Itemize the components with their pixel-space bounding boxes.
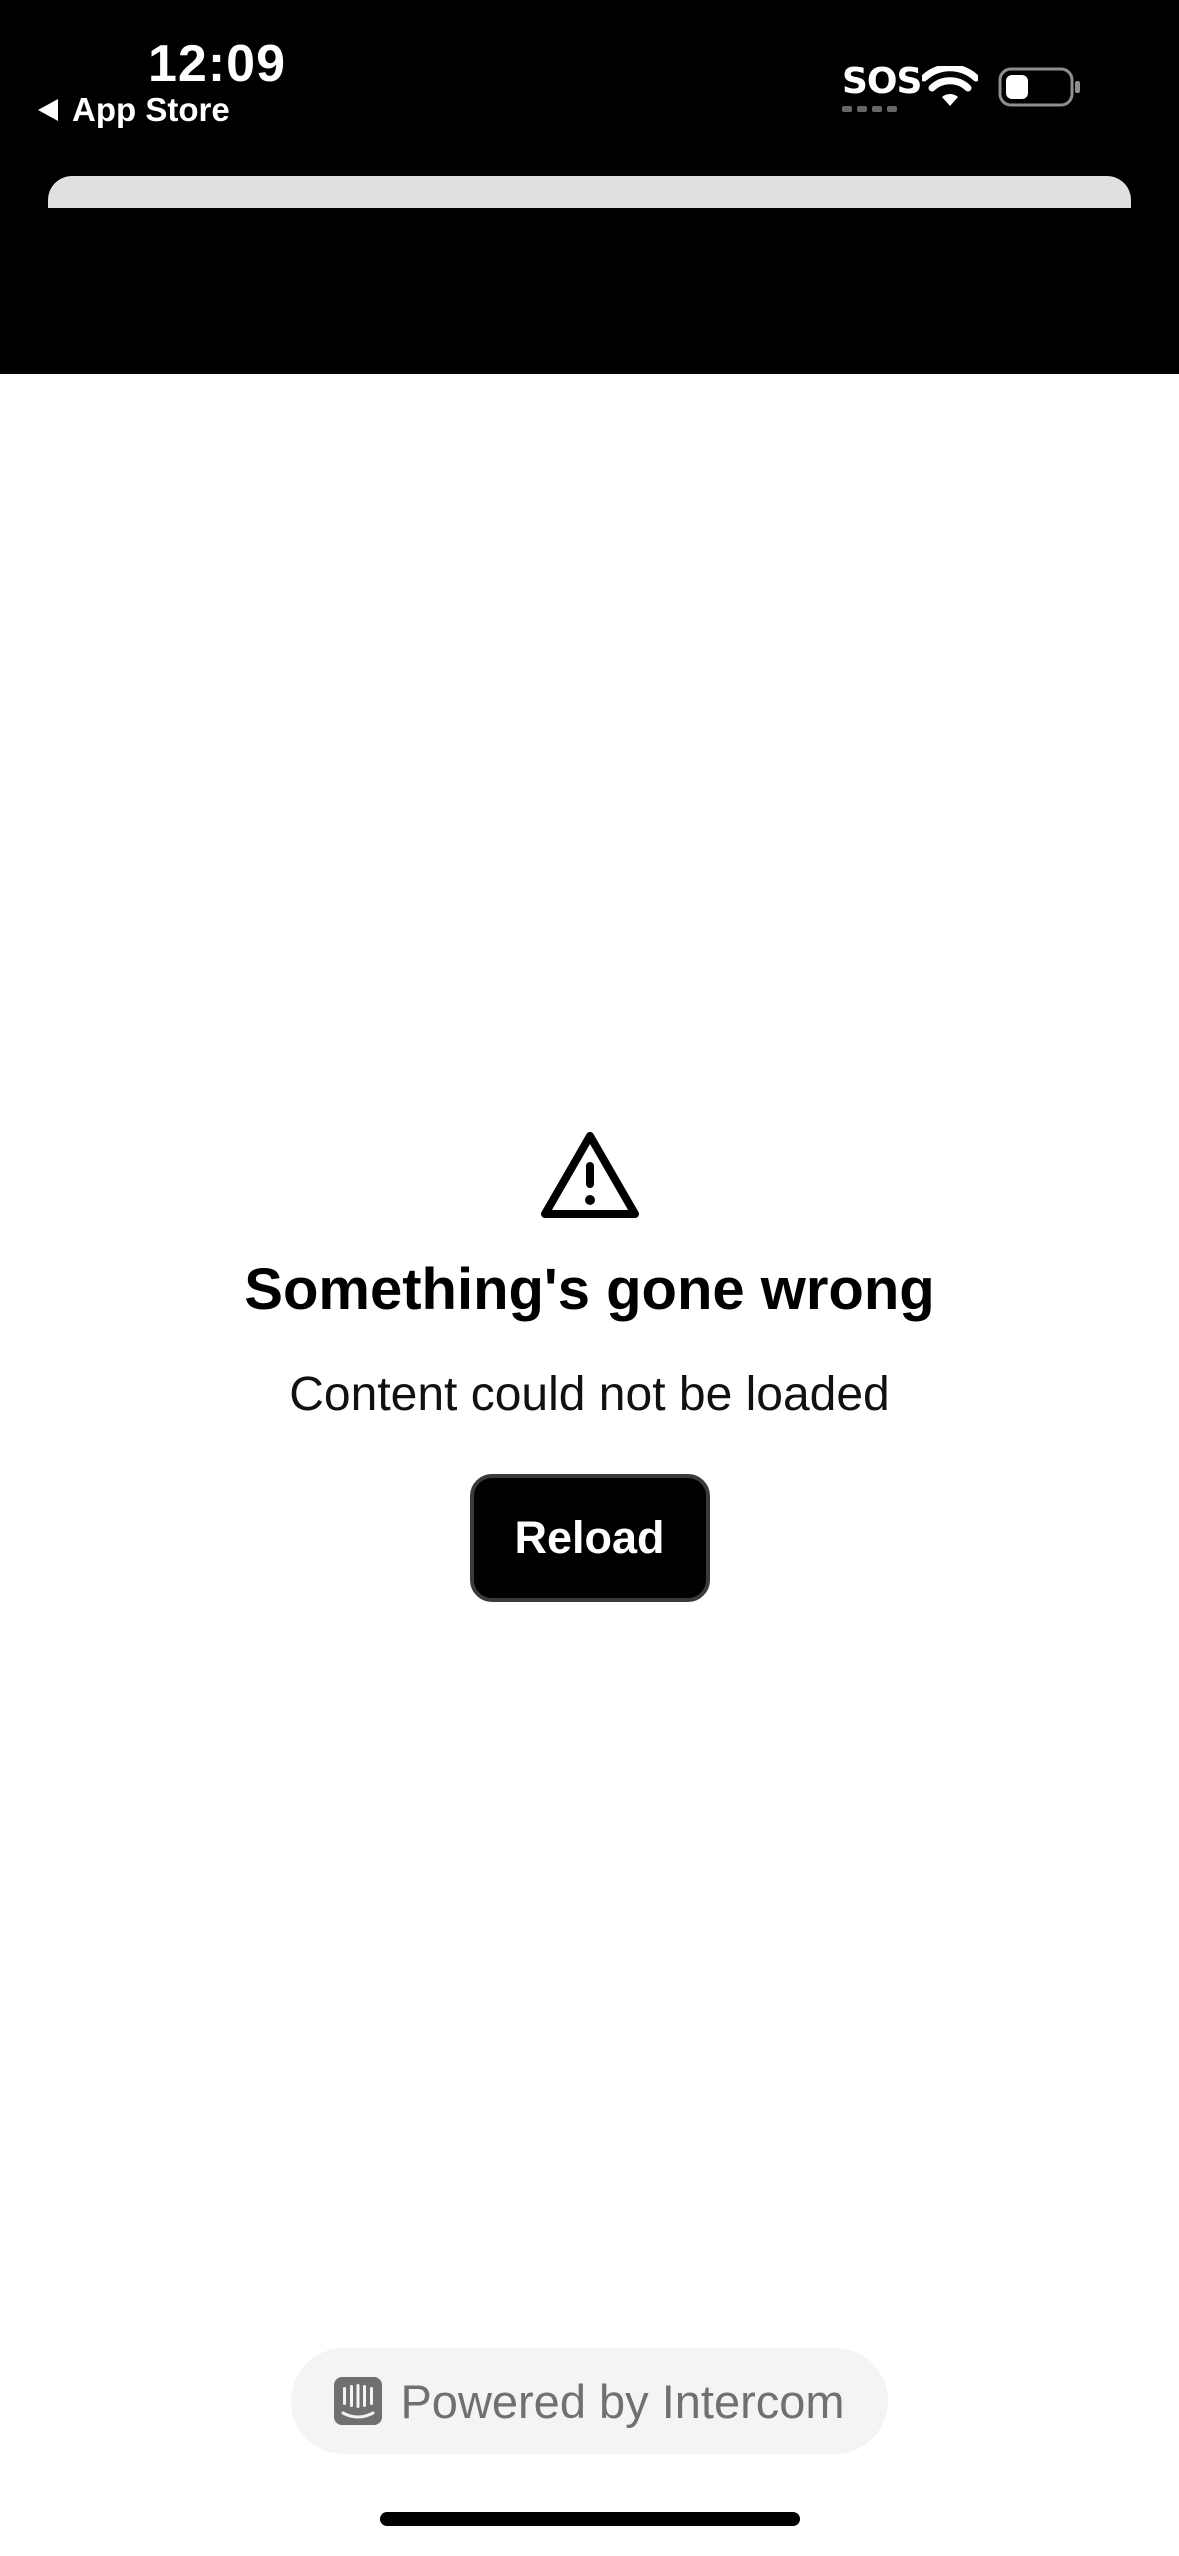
back-to-app-store-link[interactable]: App Store: [38, 90, 230, 130]
powered-by-intercom-badge[interactable]: Powered by Intercom: [291, 2348, 888, 2454]
error-state: Something's gone wrong Content could not…: [0, 1130, 1179, 1602]
error-message: Content could not be loaded: [289, 1368, 890, 1421]
warning-triangle-icon: [540, 1132, 639, 1218]
error-title: Something's gone wrong: [244, 1257, 935, 1322]
status-time: 12:09: [148, 35, 286, 93]
intercom-logo-icon: [334, 2377, 383, 2425]
signal-dots-icon: [842, 106, 904, 112]
reload-button[interactable]: Reload: [469, 1474, 710, 1602]
back-link-label: App Store: [72, 91, 230, 128]
battery-icon: [998, 67, 1080, 107]
top-header-area: 12:09 App Store SOS: [0, 0, 1179, 374]
back-chevron-icon: [38, 99, 58, 121]
wifi-icon: [922, 66, 978, 106]
sheet-top-edge: [48, 176, 1131, 208]
sos-label: SOS: [842, 61, 922, 102]
screen: 12:09 App Store SOS Something's gone wro…: [0, 0, 1179, 2556]
sos-indicator: SOS: [842, 61, 922, 114]
home-indicator[interactable]: [380, 2512, 800, 2526]
powered-by-label: Powered by Intercom: [400, 2374, 845, 2428]
